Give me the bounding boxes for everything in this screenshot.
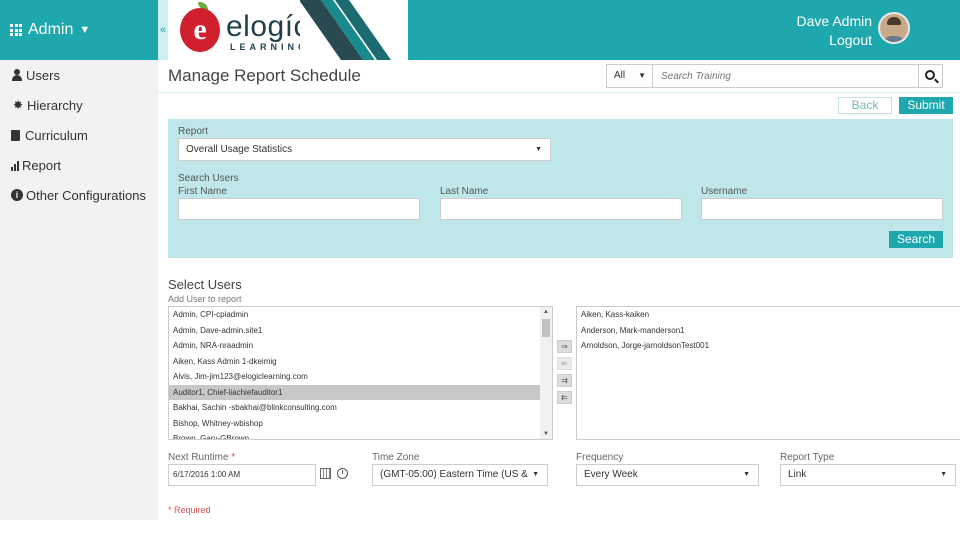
- move-all-left-button[interactable]: ⇇: [557, 391, 572, 404]
- frequency-select[interactable]: Every Week ▼: [576, 464, 759, 486]
- sidebar-collapse-toggle[interactable]: «: [158, 0, 168, 60]
- last-name-field[interactable]: [440, 198, 682, 220]
- page: Admin ▼ « e elogíc LEARNING Dave Admin L…: [0, 0, 960, 537]
- search-button[interactable]: [918, 65, 942, 87]
- header-stripes: [300, 0, 430, 60]
- last-name-label: Last Name: [440, 186, 489, 197]
- search-users-label: Search Users: [178, 173, 239, 184]
- training-search: All ▼: [606, 64, 943, 88]
- frequency-value: Every Week: [584, 469, 638, 480]
- timezone-select[interactable]: (GMT-05:00) Eastern Time (US & ▼: [372, 464, 548, 486]
- available-users-list[interactable]: Admin, CPI-cpiadmin Admin, Dave-admin.sit…: [168, 306, 553, 440]
- scroll-up-icon[interactable]: ▲: [540, 307, 552, 317]
- list-item[interactable]: Admin, Dave-admin.site1: [169, 323, 552, 339]
- scroll-thumb[interactable]: [542, 319, 550, 337]
- avatar[interactable]: [878, 12, 910, 44]
- caret-down-icon: ▼: [743, 471, 750, 478]
- search-scope-select[interactable]: All ▼: [607, 65, 653, 87]
- scroll-down-icon[interactable]: ▼: [540, 429, 552, 439]
- sidebar-item-curriculum[interactable]: Curriculum: [0, 120, 158, 150]
- sitemap-icon: ✸: [12, 98, 24, 112]
- book-icon: [11, 129, 20, 141]
- first-name-label: First Name: [178, 186, 227, 197]
- top-header: Admin ▼ « e elogíc LEARNING Dave Admin L…: [0, 0, 960, 60]
- list-item[interactable]: Admin, CPI-cpiadmin: [169, 307, 552, 323]
- user-icon: [11, 69, 23, 81]
- report-type-select[interactable]: Link ▼: [780, 464, 956, 486]
- sidebar-item-other-configurations[interactable]: i Other Configurations: [0, 180, 158, 210]
- report-select[interactable]: Overall Usage Statistics ▼: [178, 138, 551, 161]
- list-item[interactable]: Auditor1, Chief-iiachiefauditor1: [169, 384, 552, 400]
- list-item[interactable]: Bishop, Whitney-wbishop: [169, 416, 552, 432]
- list-item[interactable]: Alvis, Jim-jim123@elogiclearning.com: [169, 369, 552, 385]
- required-mark: *: [231, 452, 236, 463]
- calendar-icon[interactable]: [320, 468, 331, 479]
- sidebar-item-label: Report: [22, 157, 62, 173]
- first-name-field[interactable]: [178, 198, 420, 220]
- required-note: * Required: [168, 505, 211, 515]
- info-icon: i: [11, 189, 23, 201]
- report-select-value: Overall Usage Statistics: [186, 144, 293, 155]
- grid-icon: [10, 24, 22, 36]
- submit-button[interactable]: Submit: [899, 97, 953, 114]
- search-scope-value: All: [614, 70, 626, 81]
- logo-wordmark: elogíc: [226, 10, 310, 43]
- move-left-button[interactable]: ⇐: [557, 357, 572, 370]
- sidebar-item-label: Users: [26, 67, 60, 83]
- back-button[interactable]: Back: [838, 97, 892, 114]
- sidebar-item-label: Hierarchy: [27, 97, 83, 113]
- report-type-label: Report Type: [780, 452, 835, 463]
- search-icon: [925, 70, 935, 80]
- sidebar-item-report[interactable]: Report: [0, 150, 158, 180]
- search-users-button[interactable]: Search: [889, 231, 943, 248]
- username-field[interactable]: [701, 198, 943, 220]
- list-item[interactable]: Arnoldson, Jorge-jarnoldsonTest001: [577, 338, 960, 354]
- logo-subtitle: LEARNING: [230, 42, 309, 52]
- user-name[interactable]: Dave Admin: [797, 13, 872, 29]
- report-label: Report: [178, 126, 209, 137]
- title-divider: [158, 92, 960, 93]
- chevron-down-icon: ▼: [79, 24, 91, 36]
- sidebar-item-label: Other Configurations: [26, 187, 146, 203]
- page-title: Manage Report Schedule: [168, 66, 361, 85]
- selected-users-list[interactable]: Aiken, Kass-kaiken Anderson, Mark-manders…: [576, 306, 960, 440]
- bar-chart-icon: [11, 160, 19, 171]
- list-item[interactable]: Aiken, Kass-kaiken: [577, 307, 960, 323]
- report-type-value: Link: [788, 469, 807, 480]
- frequency-label: Frequency: [576, 452, 624, 463]
- caret-down-icon: ▼: [528, 465, 539, 485]
- next-runtime-label: Next Runtime *: [168, 452, 235, 463]
- list-item[interactable]: Admin, NRA-nraadmin: [169, 338, 552, 354]
- list-item[interactable]: Anderson, Mark-manderson1: [577, 323, 960, 339]
- clock-icon[interactable]: [337, 468, 348, 479]
- timezone-label: Time Zone: [372, 452, 420, 463]
- sidebar-item-users[interactable]: Users: [0, 60, 158, 90]
- list-item[interactable]: Brown, Gary-GBrown: [169, 431, 552, 439]
- caret-down-icon: ▼: [638, 71, 646, 80]
- sidebar: Users ✸ Hierarchy Curriculum Report i Ot…: [0, 60, 158, 520]
- report-filter-panel: Report Overall Usage Statistics ▼ Search…: [168, 119, 953, 258]
- admin-menu-label: Admin: [28, 21, 74, 38]
- caret-down-icon: ▼: [535, 146, 542, 153]
- select-users-title: Select Users: [168, 277, 242, 292]
- list-scrollbar[interactable]: ▲ ▼: [540, 307, 552, 439]
- move-right-button[interactable]: ⇒: [557, 340, 572, 353]
- search-input[interactable]: [653, 65, 918, 87]
- sidebar-item-label: Curriculum: [25, 127, 88, 143]
- username-label: Username: [701, 186, 748, 197]
- list-item[interactable]: Bakhai, Sachin -sbakhai@blinkconsulting.…: [169, 400, 552, 416]
- admin-menu-button[interactable]: Admin ▼: [0, 0, 158, 60]
- select-users-subtitle: Add User to report: [168, 294, 242, 304]
- next-runtime-field[interactable]: 6/17/2016 1:00 AM: [168, 464, 316, 486]
- logout-link[interactable]: Logout: [829, 32, 872, 48]
- next-runtime-label-text: Next Runtime: [168, 452, 229, 463]
- caret-down-icon: ▼: [940, 471, 947, 478]
- timezone-value: (GMT-05:00) Eastern Time (US &: [380, 469, 528, 480]
- apple-e-icon: e: [180, 8, 220, 52]
- list-item[interactable]: Aiken, Kass Admin 1-dkeimig: [169, 354, 552, 370]
- sidebar-item-hierarchy[interactable]: ✸ Hierarchy: [0, 90, 158, 120]
- move-all-right-button[interactable]: ⇉: [557, 374, 572, 387]
